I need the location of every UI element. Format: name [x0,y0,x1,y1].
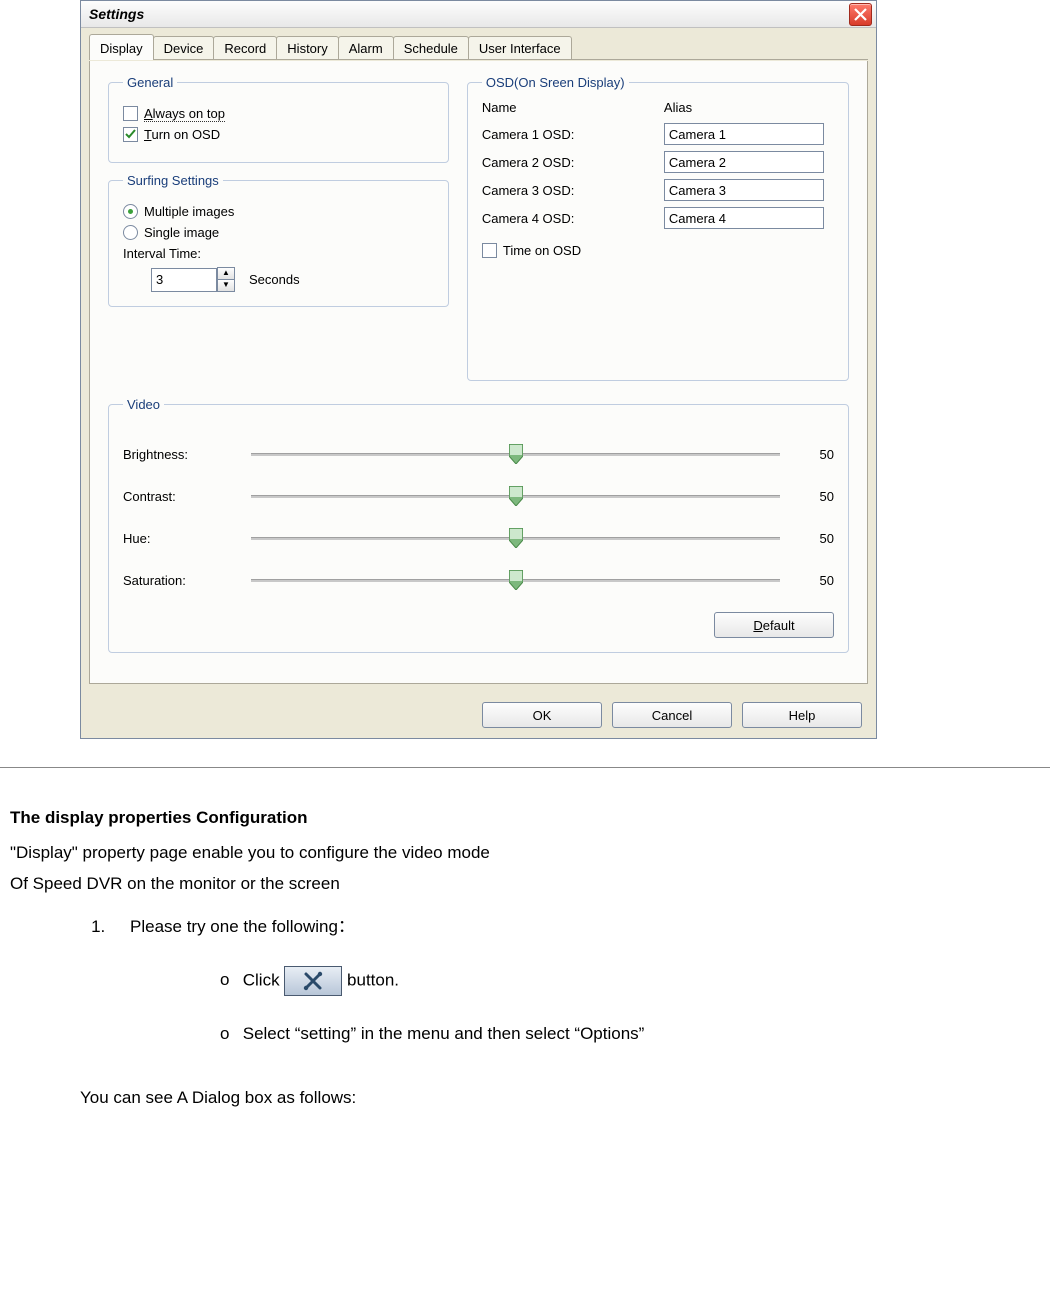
slider-value-contrast: 50 [798,489,834,504]
spin-up[interactable]: ▲ [217,267,235,279]
slider-label-hue: Hue: [123,531,233,546]
label-multiple-images: Multiple images [144,204,234,219]
osd-row-alias-input[interactable] [664,179,824,201]
section-divider [0,767,1050,768]
group-osd-legend: OSD(On Sreen Display) [482,75,629,90]
osd-alias-header: Alias [664,100,834,115]
settings-toolbar-icon [284,966,342,996]
label-time-on-osd: Time on OSD [503,243,581,258]
tabstrip: Display Device Record History Alarm Sche… [81,28,876,60]
checkbox-turn-on-osd[interactable] [123,127,138,142]
radio-single-image[interactable] [123,225,138,240]
osd-row-name: Camera 2 OSD: [482,155,652,170]
doc-step-1: Please try one the following： o Click bu… [110,913,1040,1049]
dialog-button-row: OK Cancel Help [81,692,876,738]
radio-multiple-images[interactable] [123,204,138,219]
close-button[interactable] [849,3,872,26]
osd-row-alias-input[interactable] [664,151,824,173]
group-osd: OSD(On Sreen Display) Name Alias Camera … [467,75,849,381]
osd-row-alias-input[interactable] [664,207,824,229]
cancel-button[interactable]: Cancel [612,702,732,728]
group-video: Video Brightness: 50 Contrast: [108,397,849,653]
checkbox-time-on-osd[interactable] [482,243,497,258]
osd-row-alias-input[interactable] [664,123,824,145]
input-interval-time[interactable] [151,268,217,292]
label-always-on-top-rest: lways on top [153,106,225,121]
slider-value-brightness: 50 [798,447,834,462]
group-video-legend: Video [123,397,164,412]
doc-footer: You can see A Dialog box as follows: [0,1088,1050,1108]
document-text: The display properties Configuration "Di… [0,804,1050,1048]
slider-thumb-icon [509,528,523,548]
window-title: Settings [89,6,849,22]
tab-schedule[interactable]: Schedule [393,36,469,60]
ok-button[interactable]: OK [482,702,602,728]
group-general: General Always on top [108,75,449,163]
tab-history[interactable]: History [276,36,338,60]
slider-label-contrast: Contrast: [123,489,233,504]
spin-down[interactable]: ▼ [217,279,235,292]
tab-device[interactable]: Device [153,36,215,60]
slider-thumb-icon [509,444,523,464]
group-general-legend: General [123,75,177,90]
slider-thumb-icon [509,486,523,506]
osd-row-name: Camera 4 OSD: [482,211,652,226]
doc-substep-b: o Select “setting” in the menu and then … [220,1020,1040,1049]
default-button[interactable]: Default [714,612,834,638]
help-button[interactable]: Help [742,702,862,728]
doc-p1: "Display" property page enable you to co… [10,839,1040,868]
checkbox-always-on-top[interactable] [123,106,138,121]
close-icon [853,7,868,22]
tab-panel-display: General Always on top [89,61,868,684]
label-turn-on-osd-rest: urn on OSD [151,127,220,142]
slider-label-brightness: Brightness: [123,447,233,462]
slider-label-saturation: Saturation: [123,573,233,588]
group-surfing: Surfing Settings Multiple images Single … [108,173,449,307]
label-seconds: Seconds [249,272,300,287]
titlebar: Settings [81,1,876,28]
doc-heading: The display properties Configuration [10,804,1040,833]
tab-record[interactable]: Record [213,36,277,60]
slider-value-hue: 50 [798,531,834,546]
slider-brightness[interactable] [251,444,780,464]
osd-row-name: Camera 3 OSD: [482,183,652,198]
doc-p2: Of Speed DVR on the monitor or the scree… [10,870,1040,899]
slider-hue[interactable] [251,528,780,548]
settings-dialog: Settings Display Device Record History A… [80,0,877,739]
slider-thumb-icon [509,570,523,590]
tab-display[interactable]: Display [89,34,154,60]
label-single-image: Single image [144,225,219,240]
slider-contrast[interactable] [251,486,780,506]
tab-alarm[interactable]: Alarm [338,36,394,60]
osd-name-header: Name [482,100,652,115]
tab-user-interface[interactable]: User Interface [468,36,572,60]
osd-row-name: Camera 1 OSD: [482,127,652,142]
group-surfing-legend: Surfing Settings [123,173,223,188]
slider-saturation[interactable] [251,570,780,590]
slider-value-saturation: 50 [798,573,834,588]
label-interval-time: Interval Time: [123,246,434,261]
doc-substep-a: o Click button. [220,966,1040,996]
